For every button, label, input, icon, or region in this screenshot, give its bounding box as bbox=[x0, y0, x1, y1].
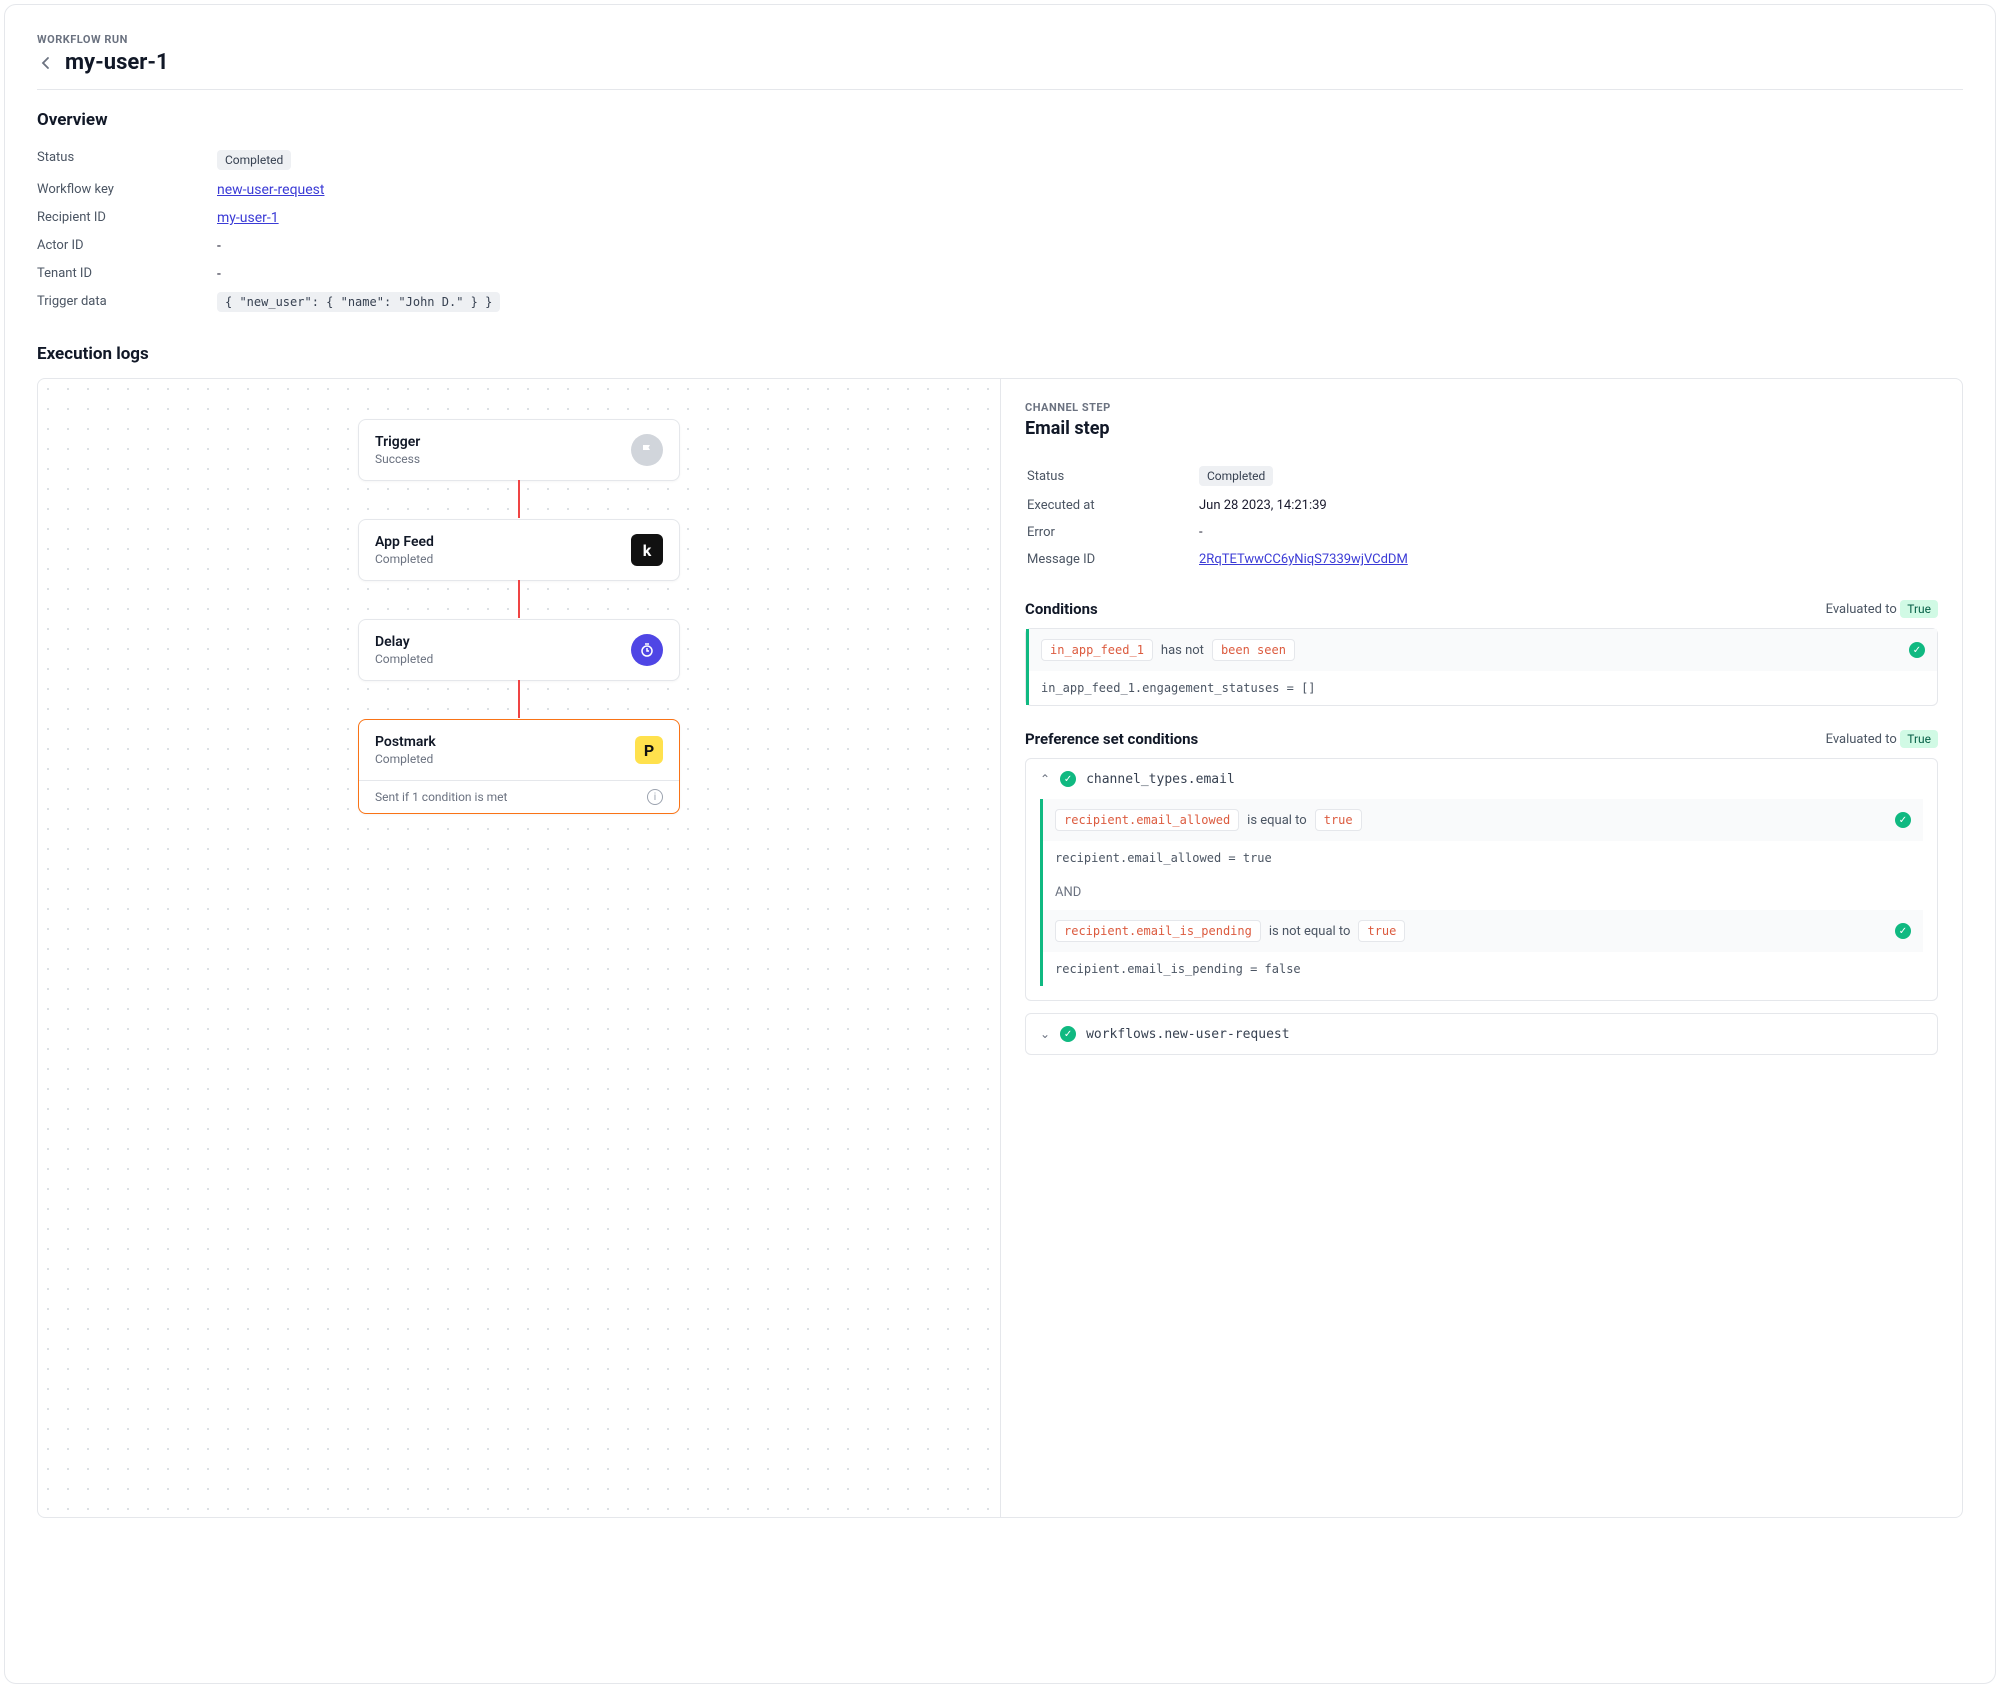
trigger-data-value: { "new_user": { "name": "John D." } } bbox=[217, 292, 500, 312]
condition-operator: is not equal to bbox=[1269, 924, 1351, 939]
postmark-icon: P bbox=[635, 736, 663, 764]
node-subtitle: Completed bbox=[375, 552, 434, 566]
status-badge: Completed bbox=[217, 150, 291, 170]
node-app-feed[interactable]: App Feed Completed k bbox=[358, 519, 680, 581]
node-postmark[interactable]: Postmark Completed P Sent if 1 condition… bbox=[358, 719, 680, 814]
connector bbox=[518, 480, 520, 518]
condition-value: true bbox=[1315, 809, 1362, 831]
node-title: Delay bbox=[375, 634, 433, 650]
check-icon: ✓ bbox=[1895, 923, 1911, 939]
evaluated-to-value: True bbox=[1900, 730, 1938, 748]
detail-eyebrow: CHANNEL STEP bbox=[1025, 401, 1938, 414]
trigger-data-label: Trigger data bbox=[37, 288, 217, 316]
preference-conditions-heading: Preference set conditions bbox=[1025, 730, 1198, 748]
node-title: Trigger bbox=[375, 434, 420, 450]
check-icon: ✓ bbox=[1060, 771, 1076, 787]
detail-status-badge: Completed bbox=[1199, 466, 1273, 486]
preference-item-name: channel_types.email bbox=[1086, 772, 1235, 787]
tenant-id-label: Tenant ID bbox=[37, 260, 217, 288]
page-title: my-user-1 bbox=[65, 50, 169, 75]
message-id-label: Message ID bbox=[1027, 547, 1197, 572]
check-icon: ✓ bbox=[1895, 812, 1911, 828]
condition-value: been seen bbox=[1212, 639, 1295, 661]
error-label: Error bbox=[1027, 520, 1197, 545]
conditions-box: in_app_feed_1 has not been seen ✓ in_app… bbox=[1025, 628, 1938, 706]
chevron-up-icon: ⌃ bbox=[1040, 772, 1050, 786]
chevron-down-icon: ⌄ bbox=[1040, 1027, 1050, 1041]
check-icon: ✓ bbox=[1060, 1026, 1076, 1042]
chevron-left-icon bbox=[41, 56, 51, 70]
node-title: App Feed bbox=[375, 534, 434, 550]
conditions-heading: Conditions bbox=[1025, 600, 1098, 618]
workflow-key-link[interactable]: new-user-request bbox=[217, 182, 324, 198]
preference-item-name: workflows.new-user-request bbox=[1086, 1027, 1290, 1042]
condition-result: recipient.email_is_pending = false bbox=[1043, 952, 1923, 986]
condition-value: true bbox=[1358, 920, 1405, 942]
info-icon[interactable]: i bbox=[647, 789, 663, 805]
overview-heading: Overview bbox=[37, 110, 1963, 130]
back-button[interactable] bbox=[37, 54, 55, 72]
preference-item-header[interactable]: ⌃ ✓ channel_types.email bbox=[1026, 759, 1937, 799]
message-id-link[interactable]: 2RqTETwwCC6yNiqS7339wjVCdDM bbox=[1199, 552, 1408, 567]
node-delay[interactable]: Delay Completed bbox=[358, 619, 680, 681]
recipient-id-label: Recipient ID bbox=[37, 204, 217, 232]
connector bbox=[518, 580, 520, 618]
evaluated-to-label: Evaluated to bbox=[1826, 732, 1897, 747]
condition-result: recipient.email_allowed = true bbox=[1043, 841, 1923, 875]
status-label: Status bbox=[37, 144, 217, 176]
connector bbox=[518, 680, 520, 718]
page-eyebrow: WORKFLOW RUN bbox=[37, 33, 1963, 46]
flag-icon bbox=[631, 434, 663, 466]
node-footer-text: Sent if 1 condition is met bbox=[375, 790, 507, 804]
actor-id-value: - bbox=[217, 232, 1963, 260]
condition-variable: recipient.email_allowed bbox=[1055, 809, 1239, 831]
condition-variable: in_app_feed_1 bbox=[1041, 639, 1153, 661]
execution-logs-heading: Execution logs bbox=[37, 344, 1963, 364]
recipient-id-link[interactable]: my-user-1 bbox=[217, 210, 279, 226]
node-subtitle: Completed bbox=[375, 752, 436, 766]
node-title: Postmark bbox=[375, 734, 436, 750]
error-value: - bbox=[1199, 520, 1936, 545]
app-icon: k bbox=[631, 534, 663, 566]
evaluated-to-label: Evaluated to bbox=[1826, 602, 1897, 617]
preference-item: ⌄ ✓ workflows.new-user-request bbox=[1025, 1013, 1938, 1055]
node-trigger[interactable]: Trigger Success bbox=[358, 419, 680, 481]
workflow-key-label: Workflow key bbox=[37, 176, 217, 204]
workflow-canvas[interactable]: Trigger Success App Feed Completed k bbox=[38, 379, 1000, 1517]
executed-at-value: Jun 28 2023, 14:21:39 bbox=[1199, 493, 1936, 518]
timer-icon bbox=[631, 634, 663, 666]
condition-operator: is equal to bbox=[1247, 813, 1307, 828]
preference-item: ⌃ ✓ channel_types.email recipient.email_… bbox=[1025, 758, 1938, 1001]
overview-table: Status Completed Workflow key new-user-r… bbox=[37, 144, 1963, 316]
tenant-id-value: - bbox=[217, 260, 1963, 288]
node-subtitle: Success bbox=[375, 452, 420, 466]
condition-operator: has not bbox=[1161, 643, 1204, 658]
executed-at-label: Executed at bbox=[1027, 493, 1197, 518]
evaluated-to-value: True bbox=[1900, 600, 1938, 618]
actor-id-label: Actor ID bbox=[37, 232, 217, 260]
condition-result: in_app_feed_1.engagement_statuses = [] bbox=[1026, 671, 1937, 705]
detail-table: Status Completed Executed at Jun 28 2023… bbox=[1025, 459, 1938, 574]
and-joiner: AND bbox=[1043, 875, 1923, 910]
condition-variable: recipient.email_is_pending bbox=[1055, 920, 1261, 942]
check-icon: ✓ bbox=[1909, 642, 1925, 658]
node-subtitle: Completed bbox=[375, 652, 433, 666]
preference-item-header[interactable]: ⌄ ✓ workflows.new-user-request bbox=[1026, 1014, 1937, 1054]
detail-status-label: Status bbox=[1027, 461, 1197, 491]
detail-title: Email step bbox=[1025, 418, 1938, 439]
detail-panel: CHANNEL STEP Email step Status Completed… bbox=[1000, 379, 1962, 1517]
